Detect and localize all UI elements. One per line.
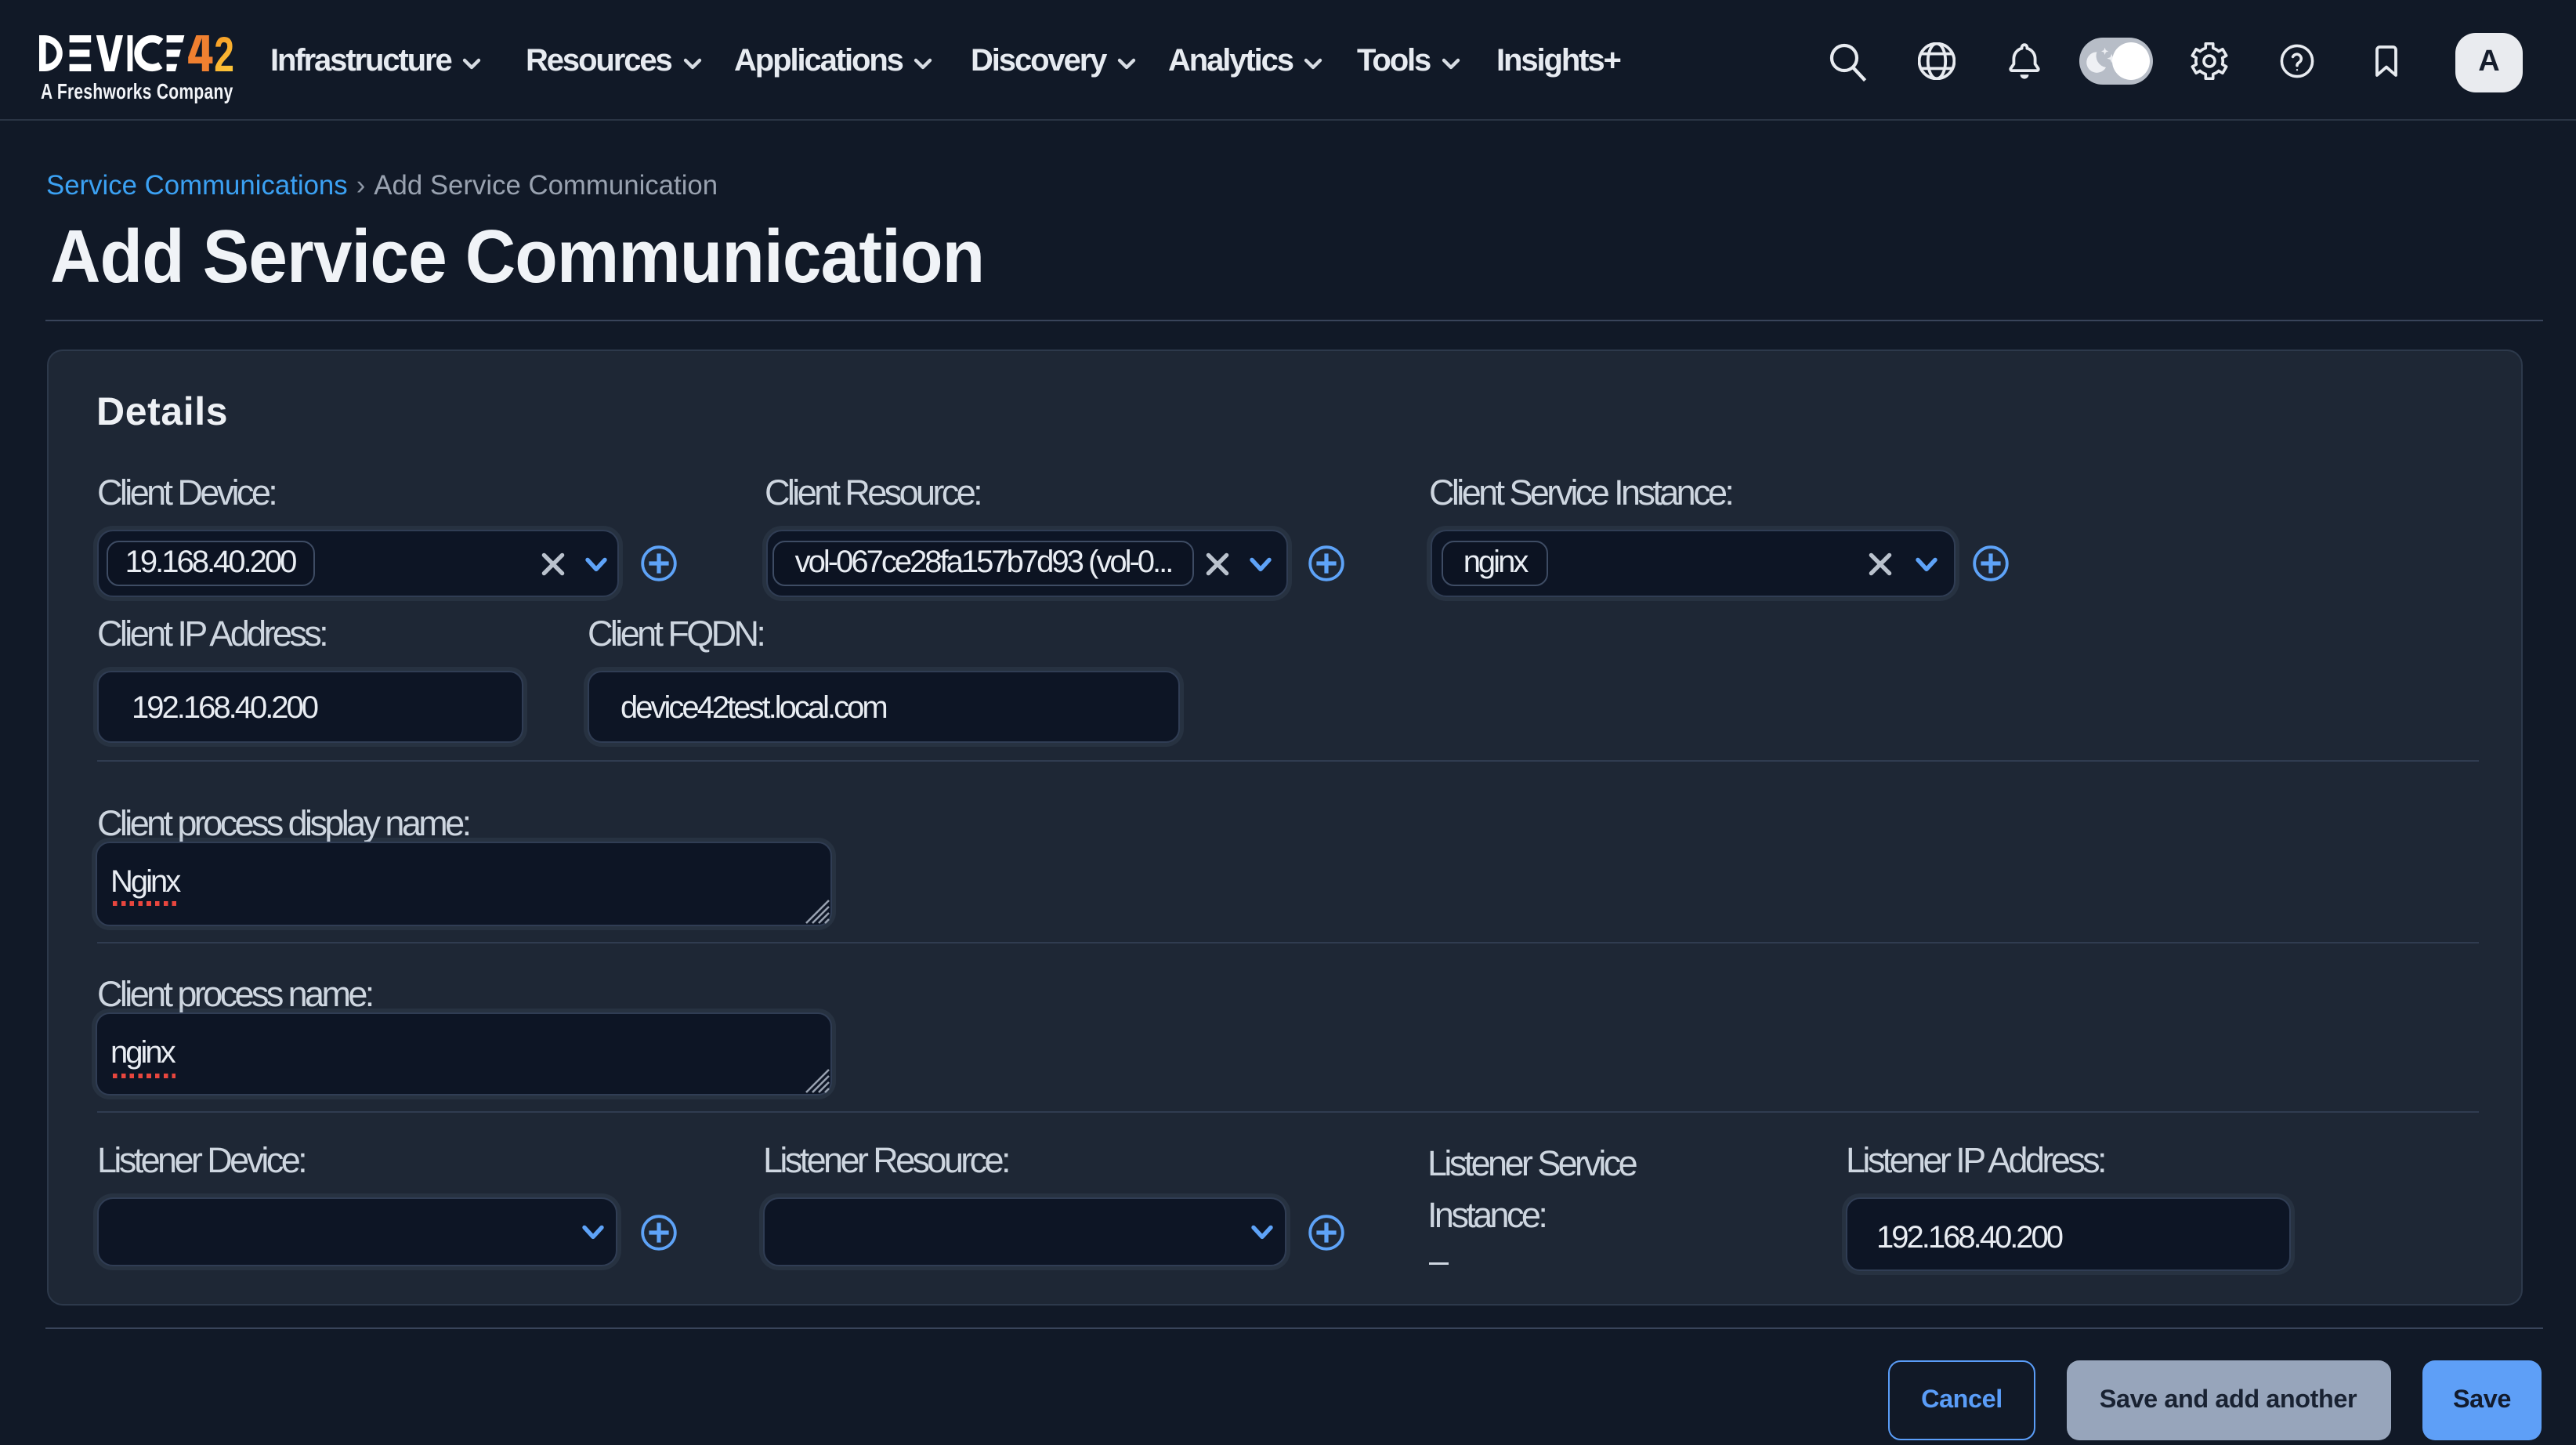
svg-text:2: 2 xyxy=(213,34,233,74)
